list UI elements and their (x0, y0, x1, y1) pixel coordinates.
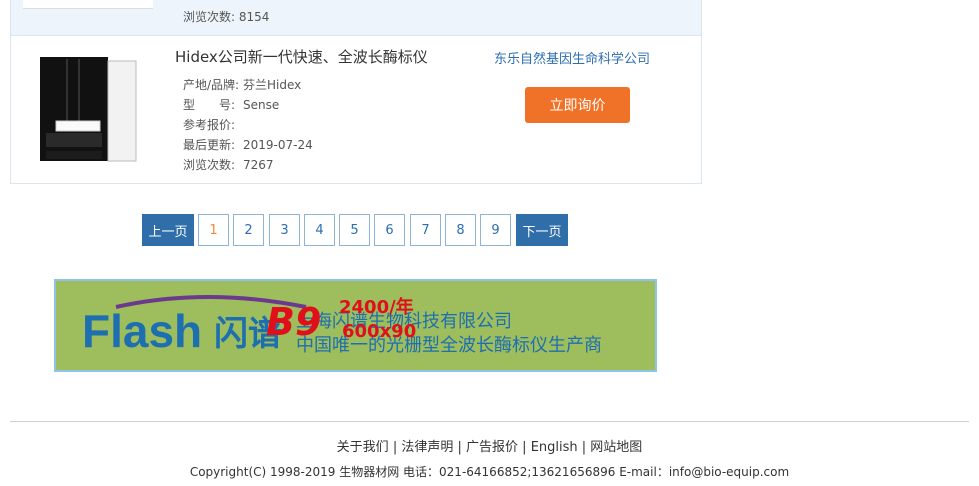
page-link-2[interactable]: 2 (233, 214, 264, 246)
footer-link-legal[interactable]: 法律声明 (401, 440, 453, 455)
page-link-9[interactable]: 9 (480, 214, 511, 246)
page-link-8[interactable]: 8 (445, 214, 476, 246)
next-page-button[interactable]: 下一页 (516, 214, 568, 246)
spec-origin: 产地/品牌: 芬兰Hidex (183, 76, 301, 93)
footer-link-sitemap[interactable]: 网站地图 (590, 440, 642, 455)
page-link-7[interactable]: 7 (410, 214, 441, 246)
spec-model: 型 号: Sense (183, 96, 279, 113)
product-image[interactable] (38, 55, 140, 163)
footer-divider (10, 421, 969, 422)
views-value: 8154 (238, 10, 270, 24)
list-item: Hidex公司新一代快速、全波长酶标仪 产地/品牌: 芬兰Hidex 型 号: Se… (10, 35, 702, 184)
ad-slot-code: B9 (266, 300, 321, 344)
spec-value: 2019-07-24 (243, 138, 313, 152)
spec-label: 型 号: (183, 98, 236, 112)
page-link-5[interactable]: 5 (339, 214, 370, 246)
footer-links: 关于我们 | 法律声明 | 广告报价 | English | 网站地图 (336, 440, 643, 455)
page-link-3[interactable]: 3 (269, 214, 300, 246)
footer-link-ad-pricing[interactable]: 广告报价 (466, 440, 518, 455)
prev-page-button[interactable]: 上一页 (142, 214, 194, 246)
footer-link-english[interactable]: English (531, 440, 578, 455)
page-link-1[interactable]: 1 (198, 214, 229, 246)
views-count: 浏览次数: 8154 (183, 8, 269, 25)
spec-value: Sense (243, 98, 280, 112)
product-list: 浏览次数: 8154 Hidex公司新一代快速、全波长酶标仪 产地/品牌: 芬兰H… (10, 0, 702, 184)
ad-slot-price: 2400/年 (339, 296, 414, 318)
spec-label: 最后更新: (183, 138, 236, 152)
advertisement-banner[interactable]: Flash 闪谱 上海闪谱生物科技有限公司 中国唯一的光栅型全波长酶标仪生产商 … (54, 279, 657, 372)
product-thumbnail[interactable] (23, 0, 153, 9)
spec-value: 7267 (243, 158, 274, 172)
spec-label: 参考报价: (183, 118, 236, 132)
spec-views: 浏览次数: 7267 (183, 156, 274, 173)
banner-brand: Flash (82, 305, 202, 357)
inquire-button[interactable]: 立即询价 (525, 87, 630, 123)
spec-price: 参考报价: (183, 116, 243, 133)
views-label: 浏览次数: (183, 10, 236, 24)
page-link-6[interactable]: 6 (374, 214, 405, 246)
spec-label: 浏览次数: (183, 158, 236, 172)
spec-label: 产地/品牌: (183, 78, 240, 92)
footer-link-about[interactable]: 关于我们 (337, 440, 389, 455)
spec-updated: 最后更新: 2019-07-24 (183, 136, 313, 153)
copyright-text: Copyright(C) 1998-2019 生物器材网 电话：021-6416… (189, 465, 790, 479)
spec-value: 芬兰Hidex (243, 78, 302, 92)
company-link[interactable]: 东乐自然基因生命科学公司 (494, 48, 650, 67)
product-title[interactable]: Hidex公司新一代快速、全波长酶标仪 (175, 46, 428, 67)
ad-slot-size: 600x90 (342, 321, 416, 342)
list-item-previous: 浏览次数: 8154 (10, 0, 702, 36)
page-link-4[interactable]: 4 (304, 214, 335, 246)
